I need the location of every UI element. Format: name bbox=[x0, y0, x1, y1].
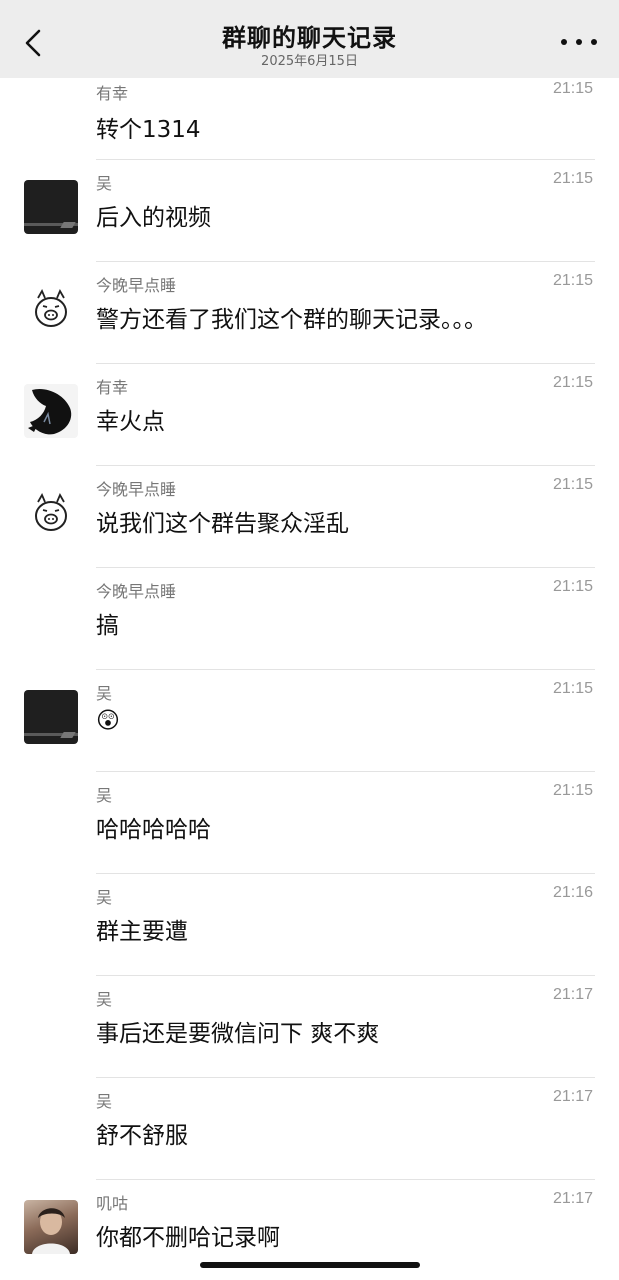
list-item[interactable]: 今晚早点睡 21:15 说我们这个群告聚众淫乱 bbox=[0, 466, 619, 568]
list-item[interactable]: 吴 21:15 哈哈哈哈哈 bbox=[0, 772, 619, 874]
message-time: 21:15 bbox=[552, 680, 593, 697]
message-text: 幸火点 bbox=[96, 409, 165, 435]
message-time: 21:15 bbox=[552, 476, 593, 493]
more-dot-icon bbox=[576, 39, 582, 45]
message-time: 21:17 bbox=[552, 986, 593, 1003]
message-time: 21:15 bbox=[552, 782, 593, 799]
pig-doodle-icon bbox=[35, 492, 67, 531]
person-photo-icon bbox=[32, 1208, 70, 1254]
sender-name: 吴 bbox=[96, 174, 113, 193]
page-title: 群聊的聊天记录 bbox=[222, 24, 397, 52]
sender-name: 吴 bbox=[96, 990, 113, 1009]
message-time: 21:15 bbox=[552, 578, 593, 595]
home-indicator[interactable] bbox=[200, 1262, 420, 1268]
message-text: 你都不删哈记录啊 bbox=[96, 1225, 280, 1251]
message-time: 21:17 bbox=[552, 1088, 593, 1105]
message-time: 21:16 bbox=[552, 884, 593, 901]
sender-name: 叽咕 bbox=[96, 1194, 129, 1213]
sender-name: 今晚早点睡 bbox=[96, 582, 177, 601]
message-time: 21:15 bbox=[552, 374, 593, 391]
more-dot-icon bbox=[561, 39, 567, 45]
list-item[interactable]: 今晚早点睡 21:15 警方还看了我们这个群的聊天记录。。。 bbox=[0, 262, 619, 364]
message-text: 后入的视频 bbox=[96, 205, 211, 231]
list-item[interactable]: 有幸 21:15 转个1314 bbox=[0, 58, 619, 160]
avatar[interactable] bbox=[24, 282, 78, 336]
message-time: 21:15 bbox=[552, 272, 593, 289]
message-text: 说我们这个群告聚众淫乱 bbox=[96, 511, 349, 537]
more-dot-icon bbox=[591, 39, 597, 45]
list-item[interactable]: 吴 21:17 事后还是要微信问下 爽不爽 bbox=[0, 976, 619, 1078]
message-text: 哈哈哈哈哈 bbox=[96, 817, 211, 843]
sender-name: 吴 bbox=[96, 684, 113, 703]
sender-name: 有幸 bbox=[96, 84, 129, 103]
message-text: 事后还是要微信问下 爽不爽 bbox=[96, 1021, 380, 1047]
avatar[interactable] bbox=[24, 384, 78, 438]
dark-figure-icon bbox=[28, 388, 72, 435]
list-item[interactable]: 吴 21:15 后入的视频 bbox=[0, 160, 619, 262]
emoji-sticker: 😲 bbox=[96, 708, 120, 734]
sender-name: 吴 bbox=[96, 1092, 113, 1111]
message-text: 群主要遭 bbox=[96, 919, 188, 945]
list-item[interactable]: 今晚早点睡 21:15 搞 bbox=[0, 568, 619, 670]
avatar[interactable] bbox=[24, 690, 78, 744]
list-item[interactable]: 吴 21:16 群主要遭 bbox=[0, 874, 619, 976]
message-text: 舒不舒服 bbox=[96, 1123, 188, 1149]
sender-name: 吴 bbox=[96, 888, 113, 907]
sender-name: 有幸 bbox=[96, 378, 129, 397]
message-time: 21:15 bbox=[552, 80, 593, 97]
sender-name: 今晚早点睡 bbox=[96, 276, 177, 295]
avatar[interactable] bbox=[24, 1200, 78, 1254]
pig-doodle-icon bbox=[35, 288, 67, 327]
avatar[interactable] bbox=[24, 180, 78, 234]
message-time: 21:15 bbox=[552, 170, 593, 187]
message-text: 搞 bbox=[96, 613, 119, 639]
more-options-button[interactable] bbox=[561, 30, 597, 54]
list-item[interactable]: 有幸 21:15 幸火点 bbox=[0, 364, 619, 466]
sender-name: 吴 bbox=[96, 786, 113, 805]
list-item[interactable]: 吴 21:17 舒不舒服 bbox=[0, 1078, 619, 1180]
avatar[interactable] bbox=[24, 486, 78, 540]
sender-name: 今晚早点睡 bbox=[96, 480, 177, 499]
message-text: 转个1314 bbox=[96, 117, 201, 143]
message-time: 21:17 bbox=[552, 1190, 593, 1207]
list-item[interactable]: 吴 21:15 😲 bbox=[0, 670, 619, 772]
message-text: 警方还看了我们这个群的聊天记录。。。 bbox=[96, 307, 487, 333]
